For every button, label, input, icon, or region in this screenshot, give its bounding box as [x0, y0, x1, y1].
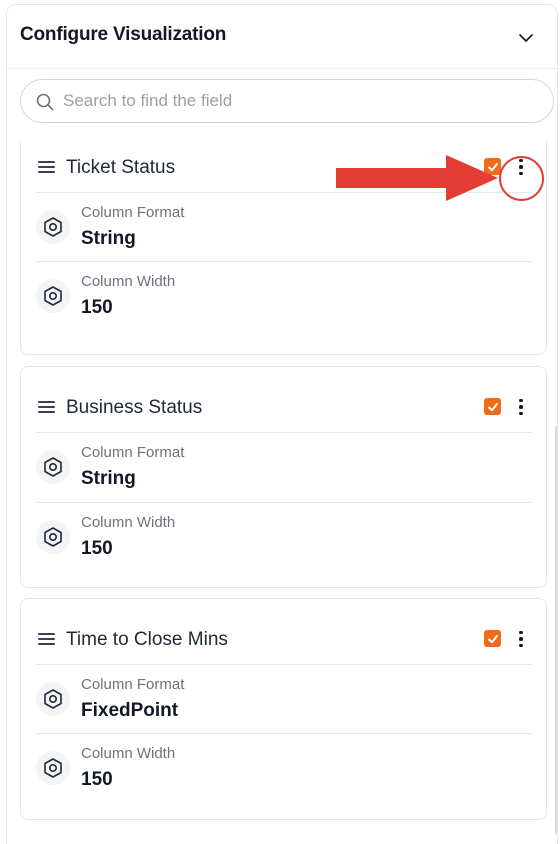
divider — [36, 502, 532, 503]
hexagon-nut-icon — [36, 450, 70, 484]
checkmark-icon — [487, 402, 498, 411]
property-label: Column Width — [81, 273, 176, 290]
property-column-format[interactable]: Column Format String — [21, 199, 546, 261]
property-label: Column Format — [81, 444, 185, 461]
hexagon-nut-icon — [36, 210, 70, 244]
hexagon-nut-icon — [36, 279, 70, 313]
property-column-width[interactable]: Column Width 150 — [21, 740, 546, 802]
field-name: Time to Close Mins — [66, 629, 228, 650]
more-options-icon[interactable] — [515, 624, 527, 654]
hexagon-nut-icon — [36, 751, 70, 785]
field-visible-checkbox[interactable] — [484, 630, 501, 647]
field-name: Ticket Status — [66, 157, 176, 178]
drag-handle-icon[interactable] — [38, 161, 55, 175]
field-name: Business Status — [66, 397, 203, 418]
drag-handle-icon[interactable] — [38, 401, 55, 415]
property-value: 150 — [81, 538, 113, 559]
field-card: Ticket Status Column Format String Colum… — [20, 141, 547, 355]
divider — [36, 192, 532, 193]
field-card-header: Business Status — [21, 388, 546, 428]
collapse-button[interactable] — [515, 27, 537, 49]
search-input[interactable] — [63, 80, 543, 122]
checkmark-icon — [487, 634, 498, 643]
field-visible-checkbox[interactable] — [484, 398, 501, 415]
property-value: 150 — [81, 769, 113, 790]
field-visible-checkbox[interactable] — [484, 158, 501, 175]
property-label: Column Format — [81, 204, 185, 221]
property-column-format[interactable]: Column Format String — [21, 439, 546, 501]
property-label: Column Format — [81, 676, 185, 693]
chevron-down-icon — [519, 34, 533, 42]
hexagon-nut-icon — [36, 520, 70, 554]
property-value: FixedPoint — [81, 700, 179, 721]
field-card-header: Time to Close Mins — [21, 620, 546, 660]
field-card: Business Status Column Format String Col… — [20, 366, 547, 588]
property-value: String — [81, 228, 136, 249]
property-label: Column Width — [81, 514, 176, 531]
scrollbar[interactable] — [555, 425, 557, 835]
property-column-width[interactable]: Column Width 150 — [21, 268, 546, 330]
configure-visualization-panel: Configure Visualization Ticket Status — [6, 4, 558, 844]
more-options-icon[interactable] — [515, 152, 527, 182]
property-column-format[interactable]: Column Format FixedPoint — [21, 671, 546, 733]
property-label: Column Width — [81, 745, 176, 762]
divider — [36, 432, 532, 433]
property-value: 150 — [81, 297, 113, 318]
more-options-icon[interactable] — [515, 392, 527, 422]
divider — [36, 261, 532, 262]
field-card-header: Ticket Status — [21, 148, 546, 188]
drag-handle-icon[interactable] — [38, 633, 55, 647]
property-column-width[interactable]: Column Width 150 — [21, 509, 546, 571]
divider — [36, 664, 532, 665]
search-box — [20, 79, 554, 123]
field-card: Time to Close Mins Column Format FixedPo… — [20, 598, 547, 820]
hexagon-nut-icon — [36, 682, 70, 716]
divider — [36, 733, 532, 734]
property-value: String — [81, 468, 136, 489]
panel-header: Configure Visualization — [7, 5, 557, 69]
search-icon — [36, 93, 54, 111]
field-list: Ticket Status Column Format String Colum… — [7, 141, 557, 844]
panel-title: Configure Visualization — [20, 24, 227, 45]
checkmark-icon — [487, 162, 498, 171]
